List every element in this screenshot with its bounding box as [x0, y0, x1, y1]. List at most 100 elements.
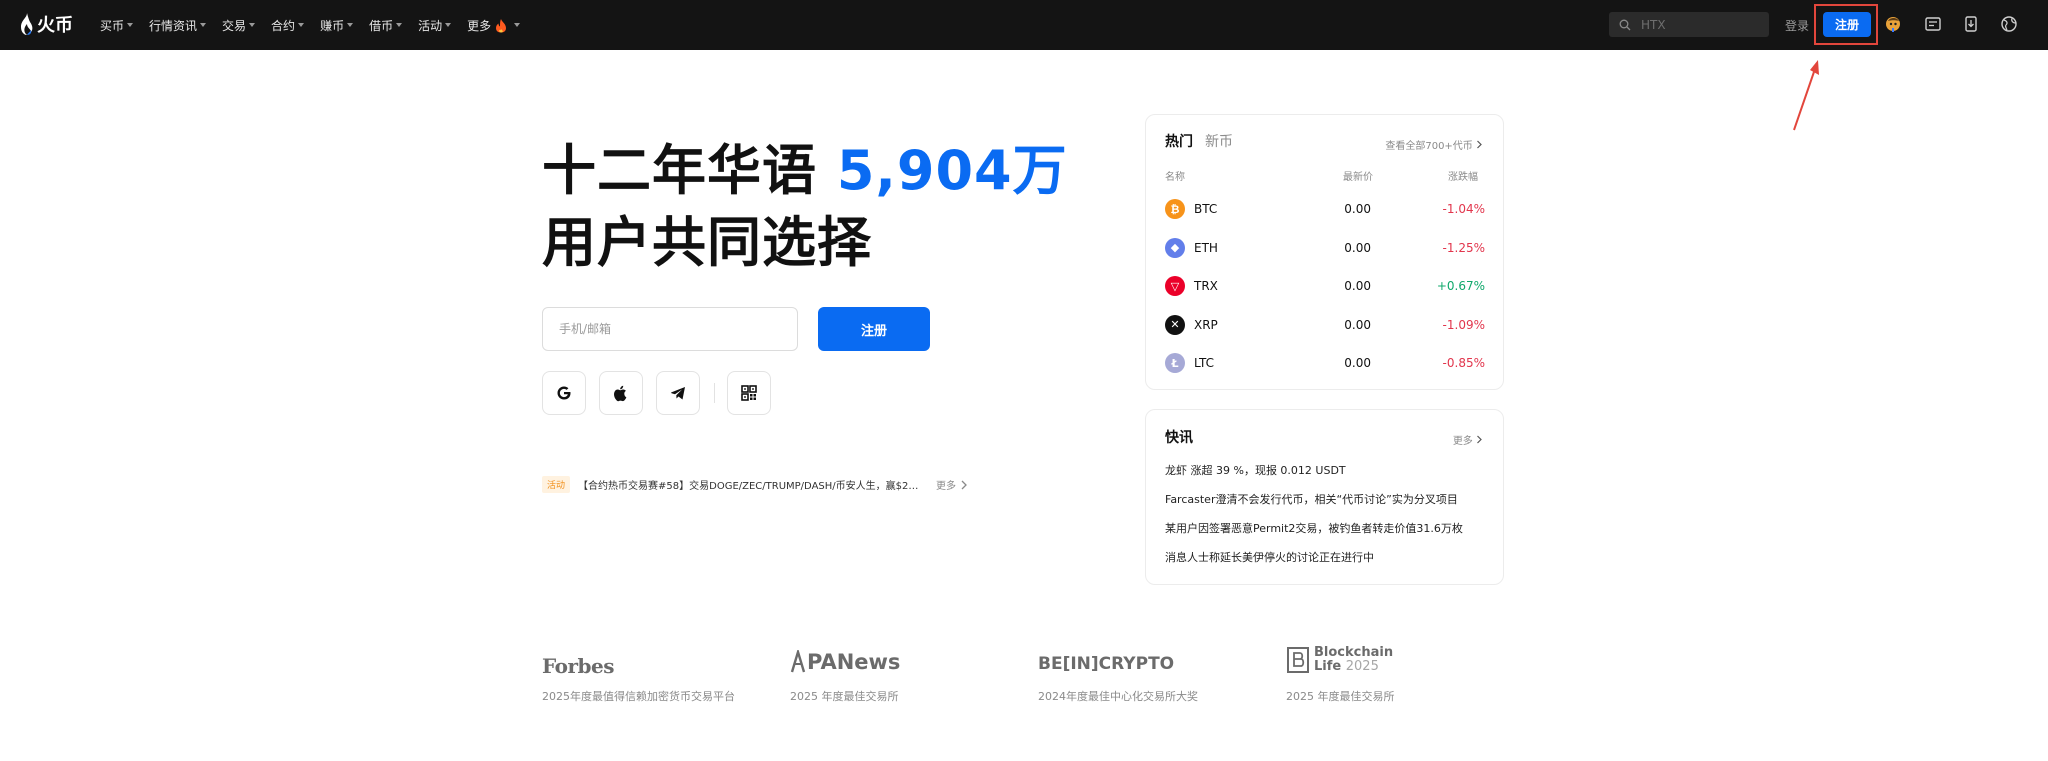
news-more-label: 更多: [1452, 436, 1473, 447]
award-forbes: Forbes 2025年度最值得信赖加密货币交易平台: [542, 646, 735, 703]
chevron-down-icon: [347, 23, 354, 27]
market-row-trx[interactable]: ▽ TRX 0.00 +0.67%: [1165, 274, 1485, 298]
award-caption: 2025 年度最佳交易所: [790, 690, 899, 703]
nav-trade[interactable]: 交易: [222, 17, 256, 34]
market-row-xrp[interactable]: ✕ XRP 0.00 -1.09%: [1165, 313, 1485, 337]
coin-symbol: LTC: [1194, 356, 1215, 370]
nav-buy-crypto[interactable]: 买币: [100, 17, 134, 34]
search-input[interactable]: [1639, 16, 1763, 33]
tab-hot[interactable]: 热门: [1165, 131, 1193, 151]
nav-more[interactable]: 更多: [467, 17, 521, 34]
tab-new-coins[interactable]: 新币: [1205, 131, 1233, 151]
logo-line-2: Life 2025: [1314, 660, 1393, 674]
download-app-icon[interactable]: [1962, 15, 1980, 33]
news-item[interactable]: 消息人士称延长美伊停火的讨论正在进行中: [1165, 549, 1475, 565]
logo-line-2-word: Life: [1314, 659, 1346, 674]
telegram-login-button[interactable]: [656, 371, 700, 415]
award-caption: 2025年度最值得信赖加密货币交易平台: [542, 690, 735, 703]
coin-symbol: BTC: [1194, 202, 1218, 216]
promo-text[interactable]: 【合约热币交易赛#58】交易DOGE/ZEC/TRUMP/DASH/币安人生，赢…: [578, 477, 923, 492]
coin-price: 0.00: [1344, 240, 1371, 255]
market-row-ltc[interactable]: Ł LTC 0.00 -0.85%: [1165, 351, 1485, 375]
coin-price: 0.00: [1344, 356, 1371, 370]
annotation-arrow-icon: [1793, 60, 1819, 131]
apple-icon: [614, 385, 627, 402]
blockchain-life-logo: Blockchain Life 2025: [1286, 646, 1393, 674]
news-item[interactable]: 某用户因签署恶意Permit2交易，被钓鱼者转走价值31.6万枚: [1165, 520, 1475, 536]
coin-price: 0.00: [1344, 317, 1371, 332]
award-blockchain-life: Blockchain Life 2025 2025 年度最佳交易所: [1286, 646, 1395, 704]
blockchain-life-mark-icon: [1287, 647, 1309, 673]
search-icon: [1619, 19, 1631, 30]
coin-symbol: TRX: [1194, 279, 1218, 293]
panews-logo-text: PANews: [807, 650, 901, 674]
top-navigation-bar: 火币 买币 行情资讯 交易 合约 赚币 借币 活动 更多 登录 注册: [0, 0, 2048, 50]
coin-symbol: ETH: [1194, 240, 1218, 255]
panews-logo: PANews: [790, 650, 900, 674]
nav-label: 交易: [222, 18, 247, 33]
nav-futures[interactable]: 合约: [271, 17, 305, 34]
chevron-right-icon: [1477, 140, 1482, 149]
logo-line-1: Blockchain: [1314, 645, 1394, 660]
column-header-change: 涨跌幅: [1448, 172, 1478, 183]
signup-button-hero[interactable]: 注册: [818, 307, 930, 351]
nav-label: 借币: [369, 18, 394, 33]
news-item[interactable]: Farcaster澄清不会发行代币，相关“代币讨论”实为分叉项目: [1165, 491, 1475, 507]
panews-mark-icon: [790, 650, 806, 673]
nav-label: 更多: [467, 18, 492, 33]
ltc-coin-icon: Ł: [1165, 353, 1185, 373]
qr-code-icon: [741, 385, 757, 401]
nav-earn[interactable]: 赚币: [320, 17, 354, 34]
nav-events[interactable]: 活动: [418, 17, 452, 34]
language-globe-icon[interactable]: [2000, 15, 2018, 33]
market-row-eth[interactable]: ◆ ETH 0.00 -1.25%: [1165, 236, 1485, 260]
coin-price: 0.00: [1344, 279, 1371, 293]
hero-line-2: 用户共同选择: [542, 211, 872, 274]
nav-label: 合约: [271, 18, 296, 33]
brand-name: 火币: [37, 15, 73, 36]
notification-message-icon[interactable]: [1924, 15, 1942, 33]
chevron-down-icon: [298, 23, 305, 27]
coin-change: -1.25%: [1442, 240, 1485, 255]
coin-symbol: XRP: [1194, 317, 1218, 332]
phone-email-input[interactable]: [557, 321, 781, 337]
coin-price: 0.00: [1344, 202, 1371, 216]
chevron-down-icon: [200, 23, 207, 27]
brand-logo[interactable]: 火币: [18, 11, 73, 37]
coin-change: -0.85%: [1442, 356, 1485, 370]
news-title: 快讯: [1165, 430, 1193, 446]
mascot-icon[interactable]: [1884, 15, 1902, 33]
nav-label: 行情资讯: [149, 18, 198, 33]
chevron-down-icon: [445, 23, 452, 27]
promo-ticker[interactable]: 活动 【合约热币交易赛#58】交易DOGE/ZEC/TRUMP/DASH/币安人…: [542, 476, 968, 493]
htx-flame-icon: [21, 13, 33, 35]
award-caption: 2025 年度最佳交易所: [1286, 690, 1395, 703]
apple-login-button[interactable]: [599, 371, 643, 415]
qr-login-button[interactable]: [727, 371, 771, 415]
beincrypto-logo: BE[IN]CRYPTO: [1038, 654, 1175, 674]
hero-line-1: 十二年华语 5,904万: [542, 135, 1068, 207]
promo-more-link[interactable]: 更多: [936, 477, 956, 492]
nav-markets[interactable]: 行情资讯: [149, 17, 207, 34]
login-link[interactable]: 登录: [1785, 17, 1809, 34]
view-all-tokens-link[interactable]: 查看全部700+代币: [1385, 137, 1483, 152]
nav-label: 买币: [100, 18, 125, 33]
trx-coin-icon: ▽: [1165, 276, 1185, 296]
phone-email-field[interactable]: [542, 307, 798, 351]
chevron-down-icon: [514, 23, 521, 27]
news-item[interactable]: 龙虾 涨超 39 %，现报 0.012 USDT: [1165, 462, 1475, 478]
news-more-link[interactable]: 更多: [1453, 432, 1483, 447]
search-box[interactable]: [1609, 12, 1769, 37]
news-card: 快讯 更多 龙虾 涨超 39 %，现报 0.012 USDT Farcaster…: [1145, 409, 1504, 585]
chevron-down-icon: [249, 23, 256, 27]
promo-badge: 活动: [542, 476, 571, 493]
annotation-highlight-box: [1814, 4, 1878, 45]
nav-loans[interactable]: 借币: [369, 17, 403, 34]
market-card: 热门 新币 查看全部700+代币 名称 最新价 涨跌幅 ₿ BTC 0.00 -1.0…: [1145, 114, 1504, 390]
market-tabs: 热门 新币: [1165, 131, 1245, 151]
blockchain-life-text: Blockchain Life 2025: [1314, 646, 1393, 674]
nav-label: 活动: [418, 18, 443, 33]
logo-line-2-year: 2025: [1345, 659, 1379, 674]
market-row-btc[interactable]: ₿ BTC 0.00 -1.04%: [1165, 197, 1485, 221]
google-login-button[interactable]: [542, 371, 586, 415]
